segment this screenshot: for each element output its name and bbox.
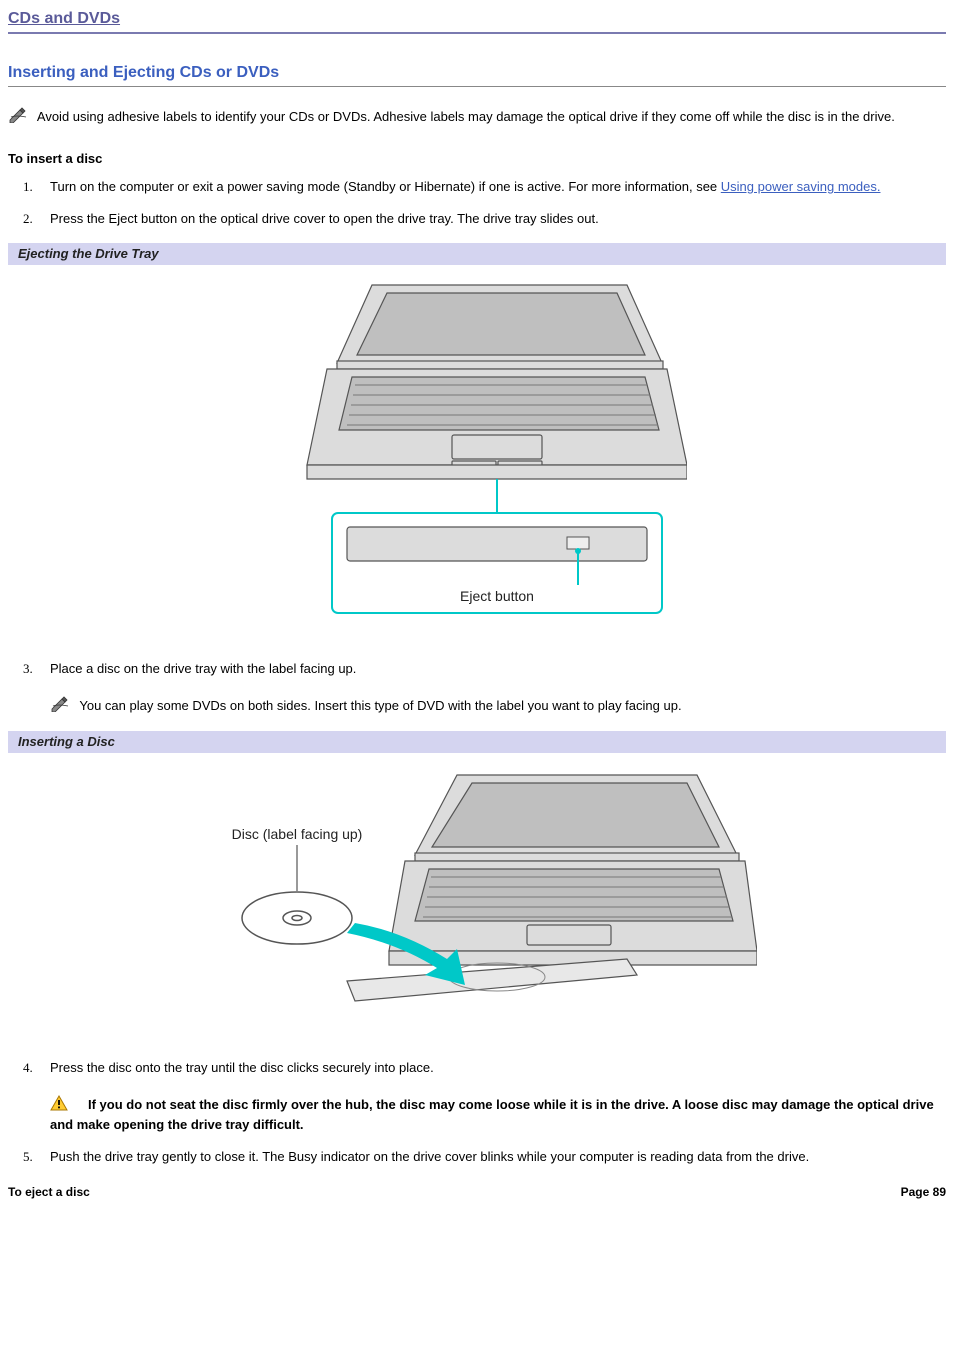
section-heading: Inserting and Ejecting CDs or DVDs [8, 62, 946, 86]
step-4-warning: If you do not seat the disc firmly over … [50, 1095, 946, 1134]
figure-1-caption: Ejecting the Drive Tray [8, 243, 946, 265]
intro-note-text: Avoid using adhesive labels to identify … [34, 109, 895, 124]
figure-1: Eject button [8, 265, 946, 660]
step-5-text: Push the drive tray gently to close it. … [50, 1149, 809, 1164]
figure-2: Disc (label facing up) [8, 753, 946, 1058]
step-2: Press the Eject button on the optical dr… [36, 210, 946, 228]
step-1-text: Turn on the computer or exit a power sav… [50, 179, 721, 194]
step-3-text: Place a disc on the drive tray with the … [50, 661, 356, 676]
step-3-note-text: You can play some DVDs on both sides. In… [76, 698, 682, 713]
step-1: Turn on the computer or exit a power sav… [36, 178, 946, 196]
insert-steps-cont: Place a disc on the drive tray with the … [36, 660, 946, 717]
step-2-text: Press the Eject button on the optical dr… [50, 211, 599, 226]
step-5: Push the drive tray gently to close it. … [36, 1148, 946, 1166]
step-3-note: You can play some DVDs on both sides. In… [50, 696, 946, 717]
power-saving-modes-link[interactable]: Using power saving modes. [721, 179, 881, 194]
warning-icon [50, 1095, 68, 1116]
insert-heading: To insert a disc [8, 150, 946, 168]
page-footer: To eject a disc Page 89 [8, 1184, 946, 1201]
eject-heading: To eject a disc [8, 1184, 90, 1201]
insert-disc-illustration: Disc (label facing up) [197, 763, 757, 1033]
eject-button-label: Eject button [460, 588, 534, 604]
disc-label-callout: Disc (label facing up) [232, 826, 363, 842]
page-title: CDs and DVDs [8, 8, 946, 34]
figure-2-caption: Inserting a Disc [8, 731, 946, 753]
insert-steps: Turn on the computer or exit a power sav… [36, 178, 946, 228]
pencil-icon [50, 696, 72, 717]
insert-steps-cont2: Press the disc onto the tray until the d… [36, 1059, 946, 1167]
step-4: Press the disc onto the tray until the d… [36, 1059, 946, 1135]
pencil-icon [8, 107, 30, 128]
step-4-text: Press the disc onto the tray until the d… [50, 1060, 434, 1075]
page-number: Page 89 [901, 1184, 946, 1201]
step-4-warning-text: If you do not seat the disc firmly over … [50, 1097, 934, 1132]
step-3: Place a disc on the drive tray with the … [36, 660, 946, 717]
intro-note: Avoid using adhesive labels to identify … [8, 107, 946, 128]
eject-tray-illustration: Eject button [267, 275, 687, 635]
